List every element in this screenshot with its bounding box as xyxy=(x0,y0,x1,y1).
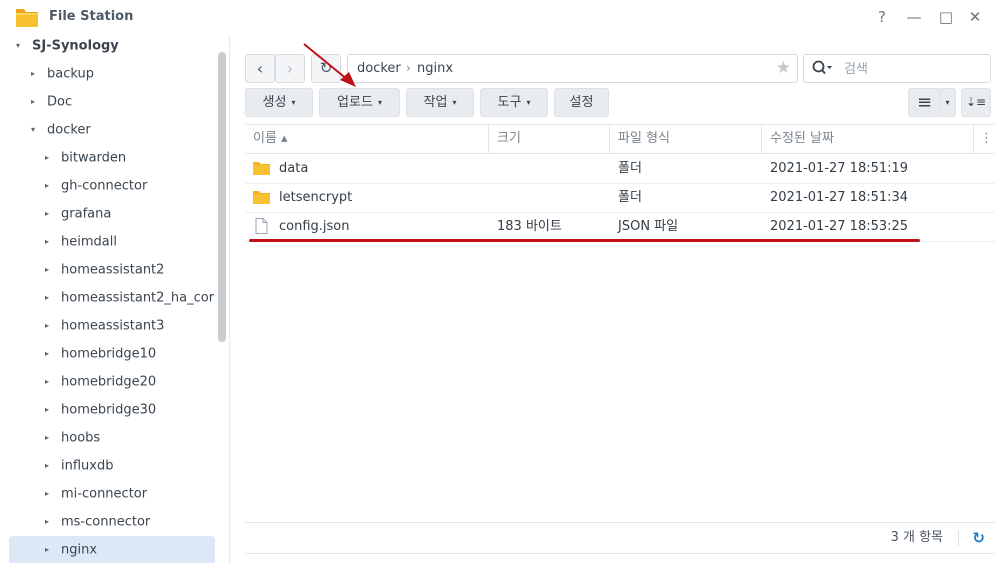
favorite-star-icon[interactable]: ★ xyxy=(776,55,791,82)
file-name: data xyxy=(279,161,309,176)
tree-item-influxdb[interactable]: ▸ influxdb xyxy=(45,454,113,478)
tree-item-hoobs[interactable]: ▸ hoobs xyxy=(45,426,100,450)
action-button[interactable]: 작업 ▾ xyxy=(406,88,474,117)
chevron-right-icon[interactable]: ▸ xyxy=(31,90,41,114)
tree-item-gh-connector[interactable]: ▸ gh-connector xyxy=(45,174,147,198)
breadcrumb-nginx[interactable]: nginx xyxy=(417,55,453,82)
chevron-right-icon[interactable]: ▸ xyxy=(45,536,55,563)
tools-button[interactable]: 도구 ▾ xyxy=(480,88,548,117)
path-bar[interactable]: docker › nginx ★ xyxy=(347,54,798,83)
file-size: 183 바이트 xyxy=(497,219,562,234)
caret-down-icon: ▾ xyxy=(291,98,296,107)
tree-item-mi-connector[interactable]: ▸ mi-connector xyxy=(45,482,147,506)
file-type: 폴더 xyxy=(618,161,642,176)
search-input[interactable] xyxy=(842,58,986,80)
file-modified: 2021-01-27 18:53:25 xyxy=(770,219,909,234)
chevron-right-icon[interactable]: ▸ xyxy=(45,230,55,254)
chevron-down-icon[interactable]: ▾ xyxy=(31,118,41,142)
chevron-right-icon[interactable]: ▸ xyxy=(45,258,55,282)
column-options-icon[interactable]: ⋮ xyxy=(974,125,995,153)
tree-item-homeassistant3[interactable]: ▸ homeassistant3 xyxy=(45,314,164,338)
column-modified[interactable]: 수정된 날짜 xyxy=(762,125,974,153)
chevron-right-icon[interactable]: ▸ xyxy=(45,426,55,450)
sidebar-scrollbar[interactable] xyxy=(218,52,226,342)
divider xyxy=(958,530,959,546)
folder-tree: ▾ SJ-Synology ▸ backup ▸ Doc ▾ docker ▸ bitwa… xyxy=(0,36,230,563)
app-title: File Station xyxy=(49,9,134,24)
file-type: 폴더 xyxy=(618,190,642,205)
view-options-dropdown[interactable]: ▾ xyxy=(939,88,956,117)
tree-item-homebridge10[interactable]: ▸ homebridge10 xyxy=(45,342,156,366)
close-icon[interactable]: ✕ xyxy=(966,8,984,26)
file-size xyxy=(489,154,497,183)
caret-down-icon: ▾ xyxy=(526,98,531,107)
refresh-icon[interactable]: ↻ xyxy=(972,523,985,553)
settings-button[interactable]: 설정 xyxy=(554,88,609,117)
file-modified: 2021-01-27 18:51:34 xyxy=(770,190,909,205)
chevron-right-icon[interactable]: ▸ xyxy=(45,174,55,198)
table-row[interactable]: letsencrypt 폴더 2021-01-27 18:51:34 xyxy=(245,183,995,213)
maximize-icon[interactable]: □ xyxy=(937,8,955,26)
status-footer: 3 개 항목 ↻ xyxy=(245,522,995,554)
search-icon[interactable] xyxy=(812,60,832,76)
chevron-right-icon[interactable]: ▸ xyxy=(45,454,55,478)
file-modified: 2021-01-27 18:51:19 xyxy=(770,161,909,176)
title-bar: File Station ? — □ ✕ xyxy=(0,0,1004,36)
search-box[interactable] xyxy=(803,54,991,83)
chevron-right-icon[interactable]: ▸ xyxy=(45,482,55,506)
tree-item-docker[interactable]: ▾ docker xyxy=(31,118,91,142)
column-size[interactable]: 크기 xyxy=(489,125,610,153)
chevron-right-icon[interactable]: ▸ xyxy=(45,370,55,394)
back-button[interactable]: ‹ xyxy=(245,54,275,83)
sort-button[interactable]: ⇣≡ xyxy=(961,88,991,117)
chevron-down-icon[interactable]: ▾ xyxy=(16,36,26,58)
chevron-right-icon[interactable]: ▸ xyxy=(45,202,55,226)
annotation-arrow xyxy=(303,43,356,87)
table-header: 이름 ▴ 크기 파일 형식 수정된 날짜 ⋮ xyxy=(245,124,995,154)
file-type: JSON 파일 xyxy=(618,219,679,234)
tree-item-bitwarden[interactable]: ▸ bitwarden xyxy=(45,146,126,170)
tree-item-nginx[interactable]: ▸ nginx xyxy=(9,536,215,563)
tree-item-backup[interactable]: ▸ backup xyxy=(31,62,94,86)
tree-item-doc[interactable]: ▸ Doc xyxy=(31,90,72,114)
chevron-right-icon[interactable]: ▸ xyxy=(45,286,55,310)
file-name: config.json xyxy=(279,219,350,234)
chevron-right-icon[interactable]: ▸ xyxy=(45,342,55,366)
file-size xyxy=(489,183,497,212)
breadcrumb-separator: › xyxy=(406,61,411,75)
tree-item-homeassistant2-ha-cor[interactable]: ▸ homeassistant2_ha_cor xyxy=(45,286,214,310)
tree-item-ms-connector[interactable]: ▸ ms-connector xyxy=(45,510,150,534)
column-type[interactable]: 파일 형식 xyxy=(610,125,762,153)
caret-down-icon: ▾ xyxy=(452,98,457,107)
chevron-right-icon[interactable]: ▸ xyxy=(45,146,55,170)
folder-icon xyxy=(253,162,270,175)
help-icon[interactable]: ? xyxy=(873,8,891,26)
table-row[interactable]: data 폴더 2021-01-27 18:51:19 xyxy=(245,154,995,184)
tree-item-homebridge30[interactable]: ▸ homebridge30 xyxy=(45,398,156,422)
tree-item-homeassistant2[interactable]: ▸ homeassistant2 xyxy=(45,258,164,282)
annotation-underline xyxy=(249,239,920,242)
tree-item-grafana[interactable]: ▸ grafana xyxy=(45,202,111,226)
list-view-button[interactable]: ≡ xyxy=(908,88,941,117)
chevron-right-icon[interactable]: ▸ xyxy=(31,62,41,86)
item-count: 3 개 항목 xyxy=(890,530,943,545)
column-name[interactable]: 이름 ▴ xyxy=(245,125,489,153)
file-station-icon xyxy=(16,9,38,27)
file-icon xyxy=(255,218,268,234)
tree-item-homebridge20[interactable]: ▸ homebridge20 xyxy=(45,370,156,394)
chevron-right-icon[interactable]: ▸ xyxy=(45,510,55,534)
file-name: letsencrypt xyxy=(279,190,353,205)
minimize-icon[interactable]: — xyxy=(905,8,923,26)
folder-icon xyxy=(253,191,270,204)
tree-item-heimdall[interactable]: ▸ heimdall xyxy=(45,230,117,254)
main-panel: ‹ › ↻ docker › nginx ★ 생성▾ 업로드▾ 작업▾ 도구▾ … xyxy=(230,36,1004,563)
table-row[interactable]: config.json 183 바이트 JSON 파일 2021-01-27 1… xyxy=(245,212,995,242)
chevron-right-icon[interactable]: ▸ xyxy=(45,314,55,338)
tree-item-root[interactable]: ▾ SJ-Synology xyxy=(16,36,119,58)
chevron-right-icon[interactable]: ▸ xyxy=(45,398,55,422)
